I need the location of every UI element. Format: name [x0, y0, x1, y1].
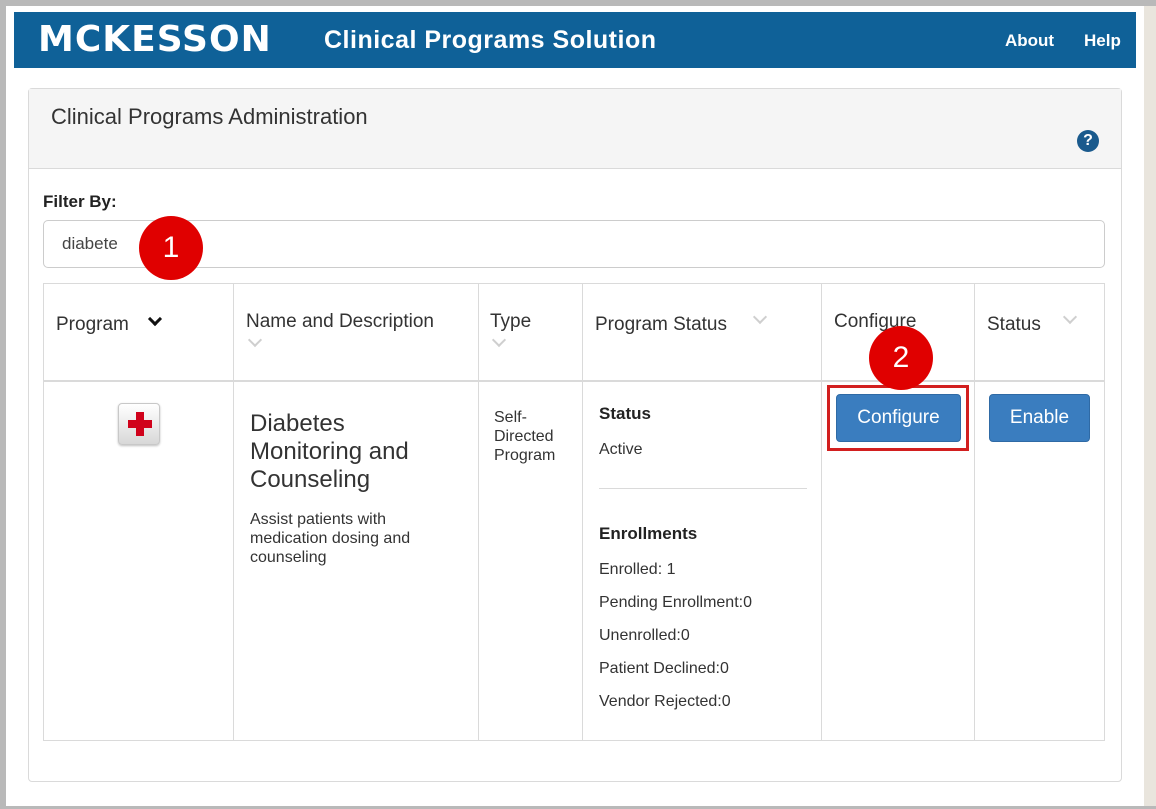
sort-chevron-down-icon[interactable]	[752, 309, 768, 325]
enable-button[interactable]: Enable	[989, 394, 1090, 442]
column-divider	[233, 284, 234, 740]
panel-title: Clinical Programs Administration	[51, 104, 368, 129]
app-title: Clinical Programs Solution	[324, 26, 657, 54]
col-header-type[interactable]: Type	[490, 311, 531, 333]
sort-chevron-down-icon[interactable]	[1062, 309, 1078, 325]
step-1-badge: 1	[139, 216, 203, 280]
col-header-program-status[interactable]: Program Status	[595, 314, 727, 336]
panel-header: Clinical Programs Administration ?	[29, 89, 1121, 169]
column-divider	[582, 284, 583, 740]
step-2-badge: 2	[869, 326, 933, 390]
mckesson-logo: MCKESSON	[38, 19, 272, 60]
col-header-name-description[interactable]: Name and Description	[246, 311, 434, 333]
pending-enrollment-count: Pending Enrollment:0	[599, 594, 752, 611]
about-link[interactable]: About	[1005, 31, 1054, 51]
sort-chevron-down-icon[interactable]	[247, 332, 263, 348]
medical-cross-icon	[118, 403, 160, 445]
unenrolled-count: Unenrolled:0	[599, 627, 690, 644]
enrolled-count: Enrolled: 1	[599, 561, 676, 578]
help-link[interactable]: Help	[1084, 31, 1121, 51]
window-edge	[1144, 6, 1156, 806]
program-description: Assist patients with medication dosing a…	[250, 511, 411, 566]
header-divider	[44, 380, 1104, 382]
column-divider	[974, 284, 975, 740]
enrollments-label: Enrollments	[599, 524, 698, 543]
patient-declined-count: Patient Declined:0	[599, 660, 729, 677]
status-label: Status	[599, 404, 651, 423]
question-circle-icon[interactable]: ?	[1077, 130, 1099, 152]
column-divider	[478, 284, 479, 740]
col-header-program[interactable]: Program	[56, 314, 129, 336]
col-header-status[interactable]: Status	[987, 314, 1041, 336]
sort-chevron-down-icon[interactable]	[147, 311, 163, 327]
app-header: MCKESSON Clinical Programs Solution Abou…	[14, 12, 1136, 68]
vendor-rejected-count: Vendor Rejected:0	[599, 693, 731, 710]
program-type: Self-Directed Program	[494, 409, 556, 464]
configure-highlight-box	[827, 385, 969, 451]
programs-table: Program Name and Description Type Progra…	[43, 283, 1105, 741]
program-name: Diabetes Monitoring and Counseling	[250, 410, 409, 493]
admin-panel: Clinical Programs Administration ? Filte…	[28, 88, 1122, 782]
filter-label: Filter By:	[43, 192, 117, 211]
column-divider	[821, 284, 822, 740]
sort-chevron-down-icon[interactable]	[491, 332, 507, 348]
status-divider	[599, 488, 807, 489]
status-value: Active	[599, 441, 643, 458]
